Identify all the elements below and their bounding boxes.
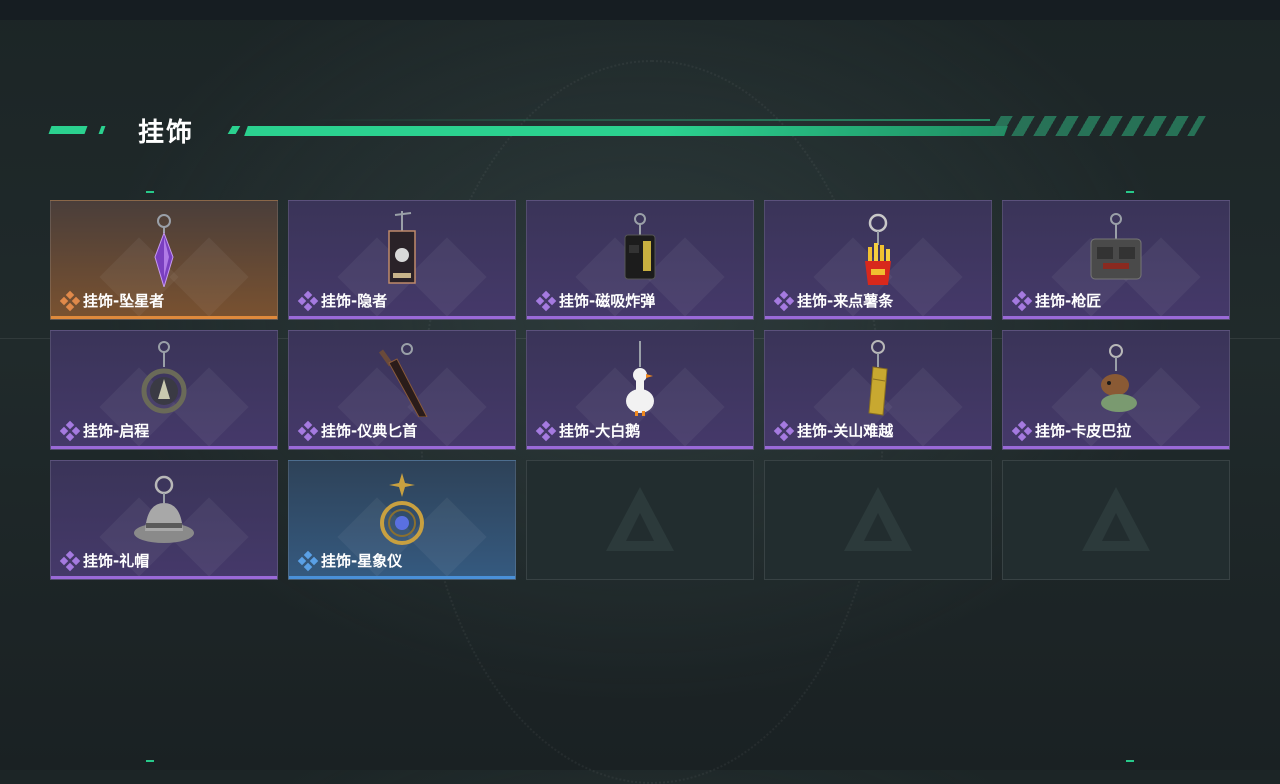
rarity-diamond-icon bbox=[297, 550, 319, 571]
rarity-diamond-icon bbox=[59, 550, 81, 571]
rarity-diamond-icon bbox=[773, 290, 795, 311]
rarity-bar bbox=[765, 316, 991, 319]
gold-bar-pendant-icon bbox=[868, 340, 888, 416]
compass-ring-pendant-icon bbox=[141, 341, 187, 414]
rarity-diamond-icon bbox=[59, 420, 81, 441]
rarity-bar bbox=[289, 446, 515, 449]
card-label: 挂饰-启程 bbox=[59, 420, 150, 441]
white-goose-pendant-icon bbox=[626, 341, 654, 416]
item-name: 挂饰-启程 bbox=[83, 422, 150, 440]
pendant-card-gunsmith[interactable]: 挂饰-枪匠 bbox=[1002, 200, 1230, 320]
section-header: 挂饰 bbox=[48, 112, 1206, 148]
empty-slot[interactable] bbox=[764, 460, 992, 580]
pendant-card-capybara[interactable]: 挂饰-卡皮巴拉 bbox=[1002, 330, 1230, 450]
pendant-card-journey[interactable]: 挂饰-启程 bbox=[50, 330, 278, 450]
pendant-card-fedora[interactable]: 挂饰-礼帽 bbox=[50, 460, 278, 580]
empty-slot[interactable] bbox=[1002, 460, 1230, 580]
corner-marker bbox=[146, 191, 154, 193]
rarity-bar bbox=[51, 576, 277, 579]
item-name: 挂饰-枪匠 bbox=[1035, 292, 1102, 310]
pendant-card-mountain-pass[interactable]: 挂饰-关山难越 bbox=[764, 330, 992, 450]
rarity-bar bbox=[289, 316, 515, 319]
pendant-card-hermit[interactable]: 挂饰-隐者 bbox=[288, 200, 516, 320]
item-name: 挂饰-关山难越 bbox=[797, 422, 894, 440]
gunsmith-vest-pendant-icon bbox=[1090, 213, 1142, 280]
item-name: 挂饰-来点薯条 bbox=[797, 292, 894, 310]
rarity-diamond-icon bbox=[535, 420, 557, 441]
game-logo-placeholder-icon bbox=[1082, 487, 1150, 551]
header-checker-pattern bbox=[989, 116, 1206, 136]
pendant-card-astrolabe[interactable]: 挂饰-星象仪 bbox=[288, 460, 516, 580]
item-name: 挂饰-磁吸炸弹 bbox=[559, 292, 656, 310]
card-label: 挂饰-枪匠 bbox=[1011, 290, 1102, 311]
header-accent-bar bbox=[98, 126, 106, 134]
item-name: 挂饰-星象仪 bbox=[321, 552, 403, 570]
card-label: 挂饰-关山难越 bbox=[773, 420, 894, 441]
item-name: 挂饰-礼帽 bbox=[83, 552, 150, 570]
rarity-diamond-icon bbox=[297, 290, 319, 311]
corner-marker bbox=[1126, 191, 1134, 193]
pendant-card-magnetic-bomb[interactable]: 挂饰-磁吸炸弹 bbox=[526, 200, 754, 320]
rarity-diamond-icon bbox=[1011, 290, 1033, 311]
rarity-diamond-icon bbox=[773, 420, 795, 441]
ceremonial-dagger-pendant-icon bbox=[378, 343, 428, 417]
card-label: 挂饰-卡皮巴拉 bbox=[1011, 420, 1132, 441]
rarity-bar bbox=[289, 576, 515, 579]
purple-crystal-pendant-icon bbox=[154, 214, 174, 287]
rarity-bar bbox=[51, 316, 277, 319]
card-label: 挂饰-隐者 bbox=[297, 290, 388, 311]
section-title: 挂饰 bbox=[138, 118, 195, 148]
pendant-grid: 挂饰-坠星者 挂饰-隐者 挂饰-磁吸炸弹 挂饰-来点薯条 挂饰-枪匠 挂饰-启程… bbox=[50, 200, 1230, 580]
tarot-card-pendant-icon bbox=[388, 211, 416, 284]
item-name: 挂饰-隐者 bbox=[321, 292, 388, 310]
pendant-card-ceremonial-dagger[interactable]: 挂饰-仪典匕首 bbox=[288, 330, 516, 450]
game-logo-placeholder-icon bbox=[844, 487, 912, 551]
rarity-bar bbox=[527, 446, 753, 449]
pendant-card-white-goose[interactable]: 挂饰-大白鹅 bbox=[526, 330, 754, 450]
card-label: 挂饰-大白鹅 bbox=[535, 420, 641, 441]
card-label: 挂饰-礼帽 bbox=[59, 550, 150, 571]
item-name: 挂饰-仪典匕首 bbox=[321, 422, 418, 440]
rarity-bar bbox=[51, 446, 277, 449]
pendant-card-starfall[interactable]: 挂饰-坠星者 bbox=[50, 200, 278, 320]
empty-slot[interactable] bbox=[526, 460, 754, 580]
pendant-card-fries[interactable]: 挂饰-来点薯条 bbox=[764, 200, 992, 320]
french-fries-pendant-icon bbox=[865, 213, 891, 285]
capybara-pendant-icon bbox=[1101, 344, 1137, 412]
card-label: 挂饰-仪典匕首 bbox=[297, 420, 418, 441]
header-accent-bar bbox=[48, 126, 88, 134]
rarity-bar bbox=[1003, 446, 1229, 449]
header-thin-line bbox=[310, 119, 990, 121]
rarity-diamond-icon bbox=[297, 420, 319, 441]
card-label: 挂饰-星象仪 bbox=[297, 550, 403, 571]
corner-marker bbox=[146, 760, 154, 762]
top-bar bbox=[0, 0, 1280, 20]
card-label: 挂饰-来点薯条 bbox=[773, 290, 894, 311]
astrolabe-pendant-icon bbox=[380, 473, 424, 545]
header-accent-bar bbox=[227, 126, 241, 134]
item-name: 挂饰-坠星者 bbox=[83, 292, 165, 310]
card-label: 挂饰-磁吸炸弹 bbox=[535, 290, 656, 311]
rarity-bar bbox=[527, 316, 753, 319]
game-logo-placeholder-icon bbox=[606, 487, 674, 551]
rarity-diamond-icon bbox=[535, 290, 557, 311]
rarity-diamond-icon bbox=[1011, 420, 1033, 441]
corner-marker bbox=[1126, 760, 1134, 762]
rarity-bar bbox=[1003, 316, 1229, 319]
item-name: 挂饰-卡皮巴拉 bbox=[1035, 422, 1132, 440]
magnetic-bomb-pendant-icon bbox=[624, 213, 656, 280]
header-accent-line bbox=[244, 126, 1008, 136]
card-label: 挂饰-坠星者 bbox=[59, 290, 165, 311]
rarity-bar bbox=[765, 446, 991, 449]
fedora-hat-pendant-icon bbox=[134, 475, 194, 543]
rarity-diamond-icon bbox=[59, 290, 81, 311]
item-name: 挂饰-大白鹅 bbox=[559, 422, 641, 440]
